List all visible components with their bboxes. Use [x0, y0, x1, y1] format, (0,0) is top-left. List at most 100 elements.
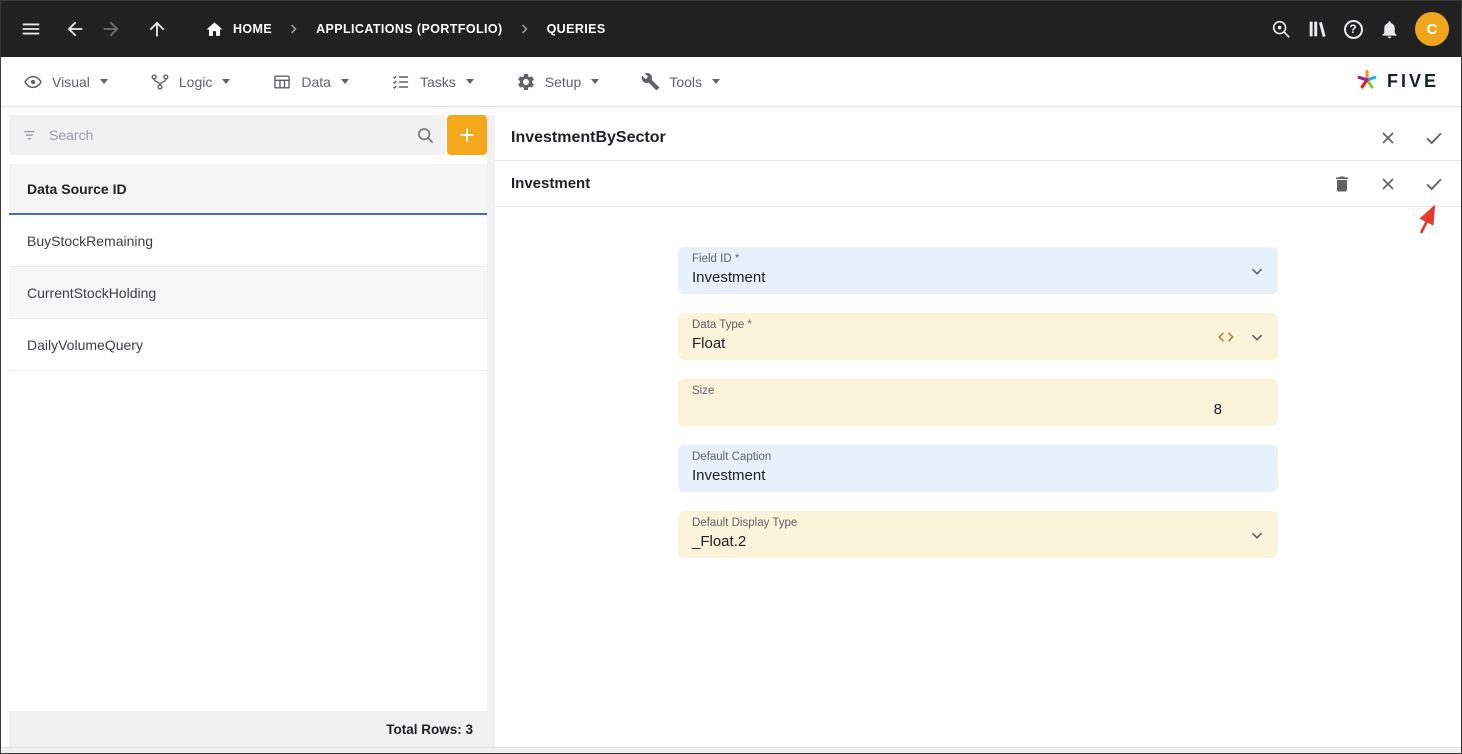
caret-down-icon: [100, 79, 108, 84]
field-label: Data Type *: [692, 319, 1264, 332]
caret-down-icon: [341, 79, 349, 84]
field-value: Float: [692, 335, 1264, 353]
filter-icon[interactable]: [21, 125, 41, 145]
left-panel: + Data Source ID BuyStockRemaining Curre…: [9, 107, 487, 747]
menu-setup-label: Setup: [545, 74, 582, 90]
content-area: + Data Source ID BuyStockRemaining Curre…: [1, 107, 1461, 747]
breadcrumb-applications[interactable]: APPLICATIONS (PORTFOLIO): [316, 22, 502, 36]
chevron-down-icon[interactable]: [1246, 260, 1268, 282]
menu-data[interactable]: Data: [251, 57, 370, 106]
total-rows-label: Total Rows: 3: [386, 722, 473, 737]
breadcrumb-home[interactable]: HOME: [205, 20, 272, 39]
field-value: 8: [692, 401, 1264, 419]
breadcrumb-queries-label: QUERIES: [547, 22, 606, 36]
gear-icon: [516, 72, 536, 92]
menu-visual-label: Visual: [52, 74, 90, 90]
menu-logic[interactable]: Logic: [129, 57, 251, 106]
chevron-right-icon: [516, 20, 534, 38]
eye-icon: [23, 72, 43, 92]
chevron-down-icon[interactable]: [1246, 524, 1268, 546]
library-icon[interactable]: [1299, 11, 1335, 47]
checklist-icon: [391, 72, 411, 92]
data-source-list: Data Source ID BuyStockRemaining Current…: [9, 164, 487, 747]
query-header-actions: [1377, 127, 1445, 149]
menubar: Visual Logic Data Tasks: [1, 57, 1461, 107]
record-header: Investment: [495, 161, 1461, 207]
main-panel: InvestmentBySector Investment: [495, 107, 1461, 747]
breadcrumb-applications-label: APPLICATIONS (PORTFOLIO): [316, 22, 502, 36]
field-id-field[interactable]: Field ID * Investment: [678, 247, 1278, 294]
search-field[interactable]: [9, 115, 445, 155]
chevron-down-icon[interactable]: [1246, 326, 1268, 348]
list-column-header-label: Data Source ID: [27, 181, 127, 197]
query-title: InvestmentBySector: [511, 129, 666, 147]
data-type-field[interactable]: Data Type * Float: [678, 313, 1278, 360]
notifications-icon[interactable]: [1371, 11, 1407, 47]
default-caption-field[interactable]: Default Caption Investment: [678, 445, 1278, 492]
list-empty-space: [9, 371, 487, 711]
help-glyph: ?: [1344, 20, 1363, 39]
record-header-actions: [1331, 173, 1445, 195]
list-item[interactable]: DailyVolumeQuery: [9, 319, 487, 371]
list-item[interactable]: BuyStockRemaining: [9, 215, 487, 267]
save-check-icon[interactable]: [1423, 127, 1445, 149]
caret-down-icon: [712, 79, 720, 84]
search-icon[interactable]: [415, 125, 435, 145]
breadcrumb: HOME APPLICATIONS (PORTFOLIO) QUERIES: [205, 20, 606, 39]
topbar: HOME APPLICATIONS (PORTFOLIO) QUERIES: [1, 1, 1461, 57]
record-title: Investment: [511, 175, 590, 192]
five-brand: FIVE: [1355, 67, 1439, 96]
list-item-label: DailyVolumeQuery: [27, 337, 143, 353]
default-display-type-field[interactable]: Default Display Type _Float.2: [678, 511, 1278, 558]
field-value: Investment: [692, 467, 1264, 485]
breadcrumb-queries[interactable]: QUERIES: [547, 22, 606, 36]
field-label: Default Caption: [692, 451, 1264, 464]
list-item[interactable]: CurrentStockHolding: [9, 267, 487, 319]
menu-tasks-label: Tasks: [420, 74, 456, 90]
search-input[interactable]: [49, 127, 407, 143]
menu-data-label: Data: [301, 74, 331, 90]
hamburger-menu-icon[interactable]: [13, 11, 49, 47]
home-icon: [205, 20, 224, 39]
list-footer: Total Rows: 3: [9, 711, 487, 747]
menu-visual[interactable]: Visual: [15, 57, 129, 106]
field-label: Size: [692, 385, 1264, 398]
chevron-right-icon: [285, 20, 303, 38]
flow-icon: [150, 72, 170, 92]
query-header: InvestmentBySector: [495, 115, 1461, 161]
field-label: Default Display Type: [692, 517, 1264, 530]
close-icon[interactable]: [1377, 173, 1399, 195]
user-avatar[interactable]: C: [1415, 12, 1449, 46]
menu-logic-label: Logic: [179, 74, 212, 90]
menu-tools[interactable]: Tools: [620, 57, 741, 106]
field-value: _Float.2: [692, 533, 1264, 551]
code-brackets-icon[interactable]: [1216, 327, 1236, 347]
field-label: Field ID *: [692, 253, 1264, 266]
app-window: HOME APPLICATIONS (PORTFOLIO) QUERIES: [0, 0, 1462, 754]
search-bar: +: [9, 115, 487, 155]
breadcrumb-home-label: HOME: [233, 22, 272, 36]
add-record-button[interactable]: +: [447, 115, 487, 155]
delete-icon[interactable]: [1331, 173, 1353, 195]
list-column-header[interactable]: Data Source ID: [9, 164, 487, 215]
wrench-icon: [641, 72, 660, 91]
avatar-letter: C: [1427, 21, 1438, 38]
five-logo-icon: [1355, 67, 1379, 96]
record-form: Field ID * Investment Data Type * Float: [495, 247, 1461, 558]
up-arrow-icon[interactable]: [139, 11, 175, 47]
help-icon[interactable]: ?: [1335, 11, 1371, 47]
list-rows: BuyStockRemaining CurrentStockHolding Da…: [9, 215, 487, 371]
list-item-label: BuyStockRemaining: [27, 233, 153, 249]
caret-down-icon: [591, 79, 599, 84]
size-field[interactable]: Size 8: [678, 379, 1278, 426]
preview-icon[interactable]: [1263, 11, 1299, 47]
menu-setup[interactable]: Setup: [495, 57, 621, 106]
vertical-scrollbar[interactable]: [487, 115, 495, 747]
horizontal-scrollbar[interactable]: [1, 747, 1461, 753]
close-icon[interactable]: [1377, 127, 1399, 149]
plus-icon: +: [459, 122, 475, 149]
menu-tasks[interactable]: Tasks: [370, 57, 495, 106]
forward-arrow-icon[interactable]: [93, 11, 129, 47]
save-check-icon[interactable]: [1423, 173, 1445, 195]
back-arrow-icon[interactable]: [57, 11, 93, 47]
